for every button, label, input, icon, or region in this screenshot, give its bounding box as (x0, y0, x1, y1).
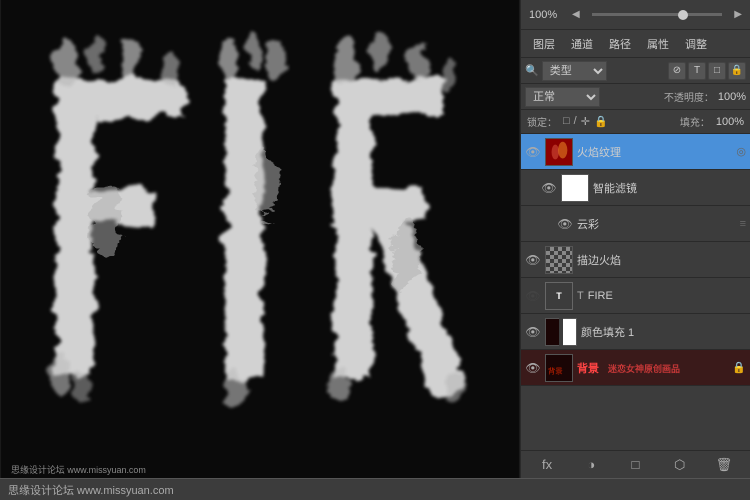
lock-move-btn[interactable]: ✛ (581, 115, 590, 128)
layers-list: 👁 火焰纹理 ◎ 👁 智能滤镜 👁 (521, 134, 750, 450)
zoom-arrow-left[interactable]: ◀ (572, 9, 580, 20)
thumb-color-fill-right (563, 318, 577, 346)
layer-name-fire-text: FIRE (588, 290, 746, 302)
layer-name-background: 背景 迷恋女神原创画品 (577, 360, 728, 376)
thumb-smart-filter (561, 174, 589, 202)
canvas-content: 思缘设计论坛 www.missyuan.com (0, 0, 520, 478)
zoom-slider-thumb[interactable] (678, 10, 688, 20)
opacity-value[interactable]: 100% (718, 91, 746, 103)
layer-color-fill[interactable]: 👁 颜色填充 1 (521, 314, 750, 350)
layer-name-cloud: 云彩 (577, 216, 736, 232)
zoom-level: 100% (529, 9, 564, 21)
canvas-area: 思缘设计论坛 www.missyuan.com (0, 0, 520, 478)
tab-properties[interactable]: 属性 (641, 34, 675, 54)
new-group-button[interactable]: □ (625, 455, 645, 475)
layer-name-smart-filter: 智能滤镜 (593, 180, 746, 196)
filter-pixel-btn[interactable]: ⊘ (668, 62, 686, 80)
layer-icon-fire-texture: ◎ (736, 145, 746, 158)
filter-type-select[interactable]: 类型 名称 效果 (542, 61, 607, 81)
filter-row: 🔍 类型 名称 效果 ⊘ T □ 🔒 (521, 58, 750, 84)
filter-shape-btn[interactable]: □ (708, 62, 726, 80)
lock-pixels-btn[interactable]: □ (563, 115, 570, 128)
lock-label: 锁定： (527, 114, 557, 129)
lock-position-btn[interactable]: / (574, 115, 577, 128)
thumb-background: 背景 (545, 354, 573, 382)
tab-paths[interactable]: 路径 (603, 34, 637, 54)
layer-fire-texture[interactable]: 👁 火焰纹理 ◎ (521, 134, 750, 170)
visibility-cloud[interactable]: 👁 (557, 216, 573, 232)
layer-fire-text[interactable]: 👁 T T FIRE (521, 278, 750, 314)
layer-background[interactable]: 👁 背景 背景 迷恋女神原创画品 🔒 (521, 350, 750, 386)
blend-mode-row: 正常 溶解 正片叠底 不透明度： 100% (521, 84, 750, 110)
lock-row: 锁定： □ / ✛ 🔒 填充： 100% (521, 110, 750, 134)
thumb-fire-text: T (545, 282, 573, 310)
layer-edge-flame[interactable]: 👁 描边火焰 (521, 242, 750, 278)
layer-name-edge-flame: 描边火焰 (577, 252, 746, 268)
svg-text:思缘设计论坛 www.missyuan.com: 思缘设计论坛 www.missyuan.com (11, 464, 146, 475)
tab-channels[interactable]: 通道 (565, 34, 599, 54)
type-icon-fire-text: T (577, 290, 584, 302)
layer-cloud[interactable]: 👁 云彩 ≡ (521, 206, 750, 242)
visibility-smart-filter[interactable]: 👁 (541, 180, 557, 196)
zoom-slider[interactable] (592, 13, 723, 16)
blend-mode-select[interactable]: 正常 溶解 正片叠底 (525, 87, 600, 107)
filter-text-btn[interactable]: T (688, 62, 706, 80)
visibility-fire-texture[interactable]: 👁 (525, 144, 541, 160)
lock-icon-background: 🔒 (732, 361, 746, 374)
svg-text:背景: 背景 (548, 365, 563, 375)
zoom-arrow-right[interactable]: ▶ (734, 9, 742, 20)
layer-name-fire-texture: 火焰纹理 (577, 144, 732, 160)
tabs-row: 图层 通道 路径 属性 调整 (521, 30, 750, 58)
thumb-color-fill-left (545, 318, 559, 346)
right-panel: 100% ◀ ▶ 图层 通道 路径 属性 调整 🔍 类型 名称 效果 ⊘ (520, 0, 750, 478)
bottom-bar: 思缘设计论坛 www.missyuan.com (0, 478, 750, 500)
layer-icon-cloud: ≡ (740, 218, 746, 230)
fill-label: 填充： (680, 114, 710, 129)
layer-name-color-fill: 颜色填充 1 (581, 324, 746, 340)
delete-layer-button[interactable]: 🗑 (714, 455, 734, 475)
bottom-bar-text: 思缘设计论坛 www.missyuan.com (8, 482, 174, 498)
zoom-bar: 100% ◀ ▶ (521, 0, 750, 30)
tab-layers[interactable]: 图层 (527, 34, 561, 54)
thumb-edge-flame (545, 246, 573, 274)
new-fill-adjustment-button[interactable]: ◑ (581, 455, 601, 475)
fx-button[interactable]: fx (537, 455, 557, 475)
lock-icons: □ / ✛ 🔒 (563, 115, 608, 128)
visibility-color-fill[interactable]: 👁 (525, 324, 541, 340)
visibility-fire-text[interactable]: 👁 (525, 288, 541, 304)
layer-smart-filter[interactable]: 👁 智能滤镜 (521, 170, 750, 206)
tab-adjustments[interactable]: 调整 (679, 34, 713, 54)
new-layer-button[interactable]: ⬡ (670, 455, 690, 475)
opacity-label: 不透明度： (664, 89, 714, 104)
main-container: 思缘设计论坛 www.missyuan.com 100% ◀ ▶ 图层 通道 路… (0, 0, 750, 478)
search-icon: 🔍 (525, 64, 539, 77)
fill-value[interactable]: 100% (716, 116, 744, 128)
visibility-background[interactable]: 👁 (525, 360, 541, 376)
filter-lock-btn[interactable]: 🔒 (728, 62, 746, 80)
thumb-fire-texture (545, 138, 573, 166)
panel-bottom-toolbar: fx ◑ □ ⬡ 🗑 (521, 450, 750, 478)
fire-canvas-svg: 思缘设计论坛 www.missyuan.com (0, 0, 520, 478)
filter-icons: ⊘ T □ 🔒 (668, 62, 746, 80)
visibility-edge-flame[interactable]: 👁 (525, 252, 541, 268)
lock-all-btn[interactable]: 🔒 (594, 115, 608, 128)
